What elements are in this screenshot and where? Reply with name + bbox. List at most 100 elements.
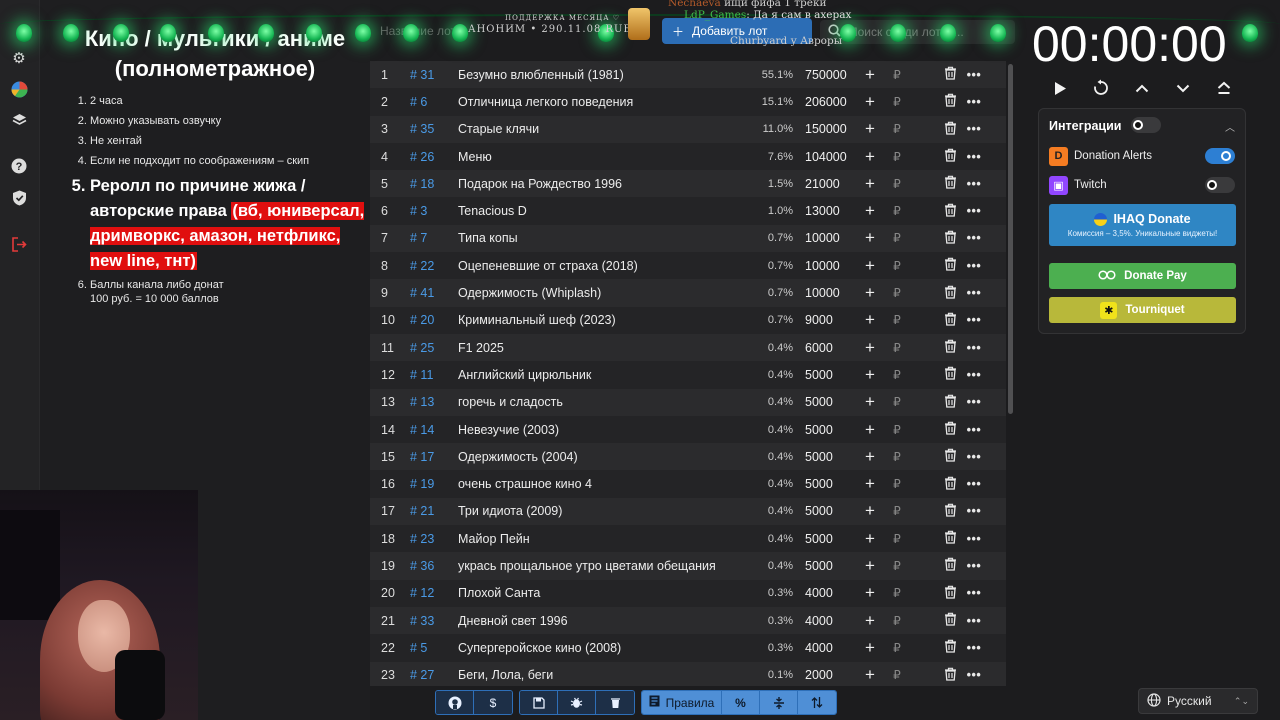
more-options-icon[interactable]: •••	[959, 68, 989, 82]
lot-name[interactable]: Супергеройское кино (2008)	[458, 641, 743, 655]
lot-row[interactable]: 15 # 17 Одержимость (2004) 0.4% 5000 + ₽ •••	[370, 443, 1006, 471]
add-amount-button[interactable]: +	[855, 392, 885, 412]
lot-row[interactable]: 17 # 21 Три идиота (2009) 0.4% 5000 + ₽ •••	[370, 497, 1006, 526]
lot-row[interactable]: 5 # 18 Подарок на Рождество 1996 1.5% 21000 +…	[370, 170, 1006, 198]
lot-id[interactable]: # 7	[402, 231, 458, 245]
more-options-icon[interactable]: •••	[959, 423, 989, 437]
lot-id[interactable]: # 6	[402, 95, 458, 109]
lot-row[interactable]: 13 # 13 горечь и сладость 0.4% 5000 + ₽ •••	[370, 388, 1006, 416]
lot-id[interactable]: # 11	[402, 368, 458, 382]
add-amount-button[interactable]: +	[855, 420, 885, 440]
add-amount-button[interactable]: +	[855, 474, 885, 494]
trash-icon[interactable]	[909, 421, 959, 438]
layers-icon[interactable]	[8, 109, 30, 131]
more-options-icon[interactable]: •••	[959, 395, 989, 409]
lot-name[interactable]: Tenacious D	[458, 204, 743, 218]
lot-name[interactable]: горечь и сладость	[458, 395, 743, 409]
donation-alerts-toggle[interactable]	[1205, 148, 1235, 164]
language-select[interactable]: Русский ⌃⌄	[1138, 688, 1258, 714]
trash-icon[interactable]	[909, 530, 959, 547]
more-options-icon[interactable]: •••	[959, 95, 989, 109]
lot-amount[interactable]: 21000	[793, 177, 855, 191]
lot-row[interactable]: 12 # 11 Английский цирюльник 0.4% 5000 + ₽ •••	[370, 361, 1006, 389]
lot-id[interactable]: # 18	[402, 177, 458, 191]
lot-name[interactable]: Дневной свет 1996	[458, 614, 743, 628]
table-scrollbar[interactable]	[1008, 64, 1013, 414]
more-options-icon[interactable]: •••	[959, 313, 989, 327]
lot-row[interactable]: 19 # 36 укрась прощальное утро цветами обе…	[370, 552, 1006, 580]
lot-id[interactable]: # 22	[402, 259, 458, 273]
trash-icon[interactable]	[909, 394, 959, 411]
add-amount-button[interactable]: +	[855, 201, 885, 221]
lot-amount[interactable]: 4000	[793, 614, 855, 628]
lot-amount[interactable]: 5000	[793, 504, 855, 518]
trash-icon[interactable]	[909, 175, 959, 192]
trash-icon[interactable]	[909, 203, 959, 220]
more-options-icon[interactable]: •••	[959, 559, 989, 573]
trash-icon[interactable]	[909, 339, 959, 356]
ihaq-donate-button[interactable]: IHAQ Donate Комиссия – 3,5%. Уникальные …	[1049, 204, 1236, 246]
lot-name[interactable]: Криминальный шеф (2023)	[458, 313, 743, 327]
add-amount-button[interactable]: +	[855, 119, 885, 139]
help-icon[interactable]: ?	[8, 155, 30, 177]
trash-icon[interactable]	[909, 257, 959, 274]
add-amount-button[interactable]: +	[855, 310, 885, 330]
lot-id[interactable]: # 17	[402, 450, 458, 464]
more-options-icon[interactable]: •••	[959, 177, 989, 191]
add-amount-button[interactable]: +	[855, 583, 885, 603]
lot-amount[interactable]: 5000	[793, 395, 855, 409]
lot-name[interactable]: F1 2025	[458, 341, 743, 355]
more-options-icon[interactable]: •••	[959, 231, 989, 245]
lot-amount[interactable]: 4000	[793, 641, 855, 655]
rules-button[interactable]: Правила	[642, 691, 722, 714]
lot-amount[interactable]: 5000	[793, 532, 855, 546]
trash-icon[interactable]	[909, 585, 959, 602]
lot-id[interactable]: # 33	[402, 614, 458, 628]
trash-icon[interactable]	[909, 612, 959, 629]
add-amount-button[interactable]: +	[855, 338, 885, 358]
lot-row[interactable]: 16 # 19 очень страшное кино 4 0.4% 5000 + ₽ •••	[370, 470, 1006, 498]
lot-name[interactable]: Английский цирюльник	[458, 368, 743, 382]
add-amount-button[interactable]: +	[855, 65, 885, 85]
lot-id[interactable]: # 21	[402, 504, 458, 518]
lot-id[interactable]: # 20	[402, 313, 458, 327]
lot-name[interactable]: Подарок на Рождество 1996	[458, 177, 743, 191]
trash-icon[interactable]	[909, 93, 959, 110]
more-options-icon[interactable]: •••	[959, 614, 989, 628]
more-options-icon[interactable]: •••	[959, 450, 989, 464]
trash-icon[interactable]	[909, 667, 959, 684]
play-icon[interactable]	[1048, 76, 1072, 100]
lot-name[interactable]: Меню	[458, 150, 743, 164]
lot-amount[interactable]: 10000	[793, 259, 855, 273]
more-options-icon[interactable]: •••	[959, 286, 989, 300]
donate-pay-button[interactable]: Donate Pay	[1049, 263, 1236, 289]
github-icon[interactable]	[436, 691, 474, 714]
add-amount-button[interactable]: +	[855, 556, 885, 576]
lot-row[interactable]: 11 # 25 F1 2025 0.4% 6000 + ₽ •••	[370, 333, 1006, 362]
lot-amount[interactable]: 9000	[793, 313, 855, 327]
lot-id[interactable]: # 25	[402, 341, 458, 355]
lot-amount[interactable]: 5000	[793, 477, 855, 491]
more-options-icon[interactable]: •••	[959, 532, 989, 546]
more-options-icon[interactable]: •••	[959, 668, 989, 682]
lot-name[interactable]: Отличница легкого поведения	[458, 95, 743, 109]
trash-icon[interactable]	[909, 639, 959, 656]
trash-icon[interactable]	[909, 448, 959, 465]
lot-row[interactable]: 2 # 6 Отличница легкого поведения 15.1% 2060…	[370, 88, 1006, 116]
lot-id[interactable]: # 19	[402, 477, 458, 491]
lot-row[interactable]: 3 # 35 Старые клячи 11.0% 150000 + ₽ •••	[370, 115, 1006, 143]
lot-row[interactable]: 20 # 12 Плохой Санта 0.3% 4000 + ₽ •••	[370, 579, 1006, 607]
more-options-icon[interactable]: •••	[959, 586, 989, 600]
lot-amount[interactable]: 4000	[793, 586, 855, 600]
lot-name[interactable]: очень страшное кино 4	[458, 477, 743, 491]
lot-name[interactable]: Одержимость (2004)	[458, 450, 743, 464]
add-amount-button[interactable]: +	[855, 638, 885, 658]
add-amount-button[interactable]: +	[855, 665, 885, 685]
lot-name[interactable]: Майор Пейн	[458, 532, 743, 546]
lot-amount[interactable]: 2000	[793, 668, 855, 682]
lot-name[interactable]: Плохой Санта	[458, 586, 743, 600]
more-options-icon[interactable]: •••	[959, 504, 989, 518]
lot-id[interactable]: # 5	[402, 641, 458, 655]
lot-id[interactable]: # 3	[402, 204, 458, 218]
lot-row[interactable]: 21 # 33 Дневной свет 1996 0.3% 4000 + ₽ •••	[370, 606, 1006, 635]
